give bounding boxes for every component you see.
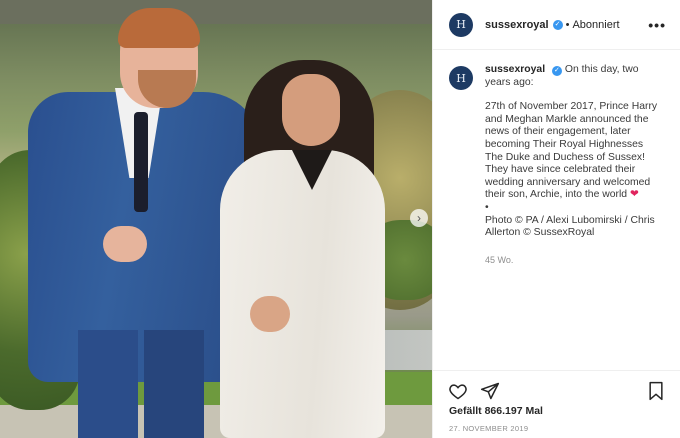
caption-bullet: • — [485, 201, 489, 213]
verified-icon: ✓ — [552, 19, 563, 30]
heart-icon[interactable] — [447, 380, 469, 402]
heart-emoji: ❤ — [629, 189, 639, 201]
woman-face — [282, 74, 340, 146]
caption-comment: H sussexroyal ✓ On this day, two years a… — [433, 50, 680, 266]
avatar[interactable]: H — [449, 66, 473, 90]
caption-line: wedding anniversary and welcomed — [485, 176, 651, 188]
caption-credit: Allerton © SussexRoyal — [485, 227, 595, 239]
post-date: 27. NOVEMBER 2019 — [449, 424, 529, 433]
caption-line-last: their son, Archie, into the world ❤ — [485, 189, 666, 202]
caption-line: news of their engagement, later — [485, 126, 631, 138]
man-tie — [134, 112, 148, 212]
woman-hand — [250, 296, 290, 332]
caption-age: 45 Wo. — [485, 254, 514, 265]
man-hand — [103, 226, 147, 262]
caption-line: becoming Their Royal Highnesses — [485, 138, 644, 150]
post-header: H sussexroyal ✓ • Abonniert ••• — [433, 0, 680, 50]
caption-line: and Meghan Markle announced the — [485, 113, 649, 125]
caption-line: their son, Archie, into the world — [485, 189, 628, 201]
avatar[interactable]: H — [449, 12, 473, 37]
man-trousers — [78, 330, 138, 438]
chevron-right-icon[interactable]: › — [410, 209, 428, 227]
send-icon[interactable] — [479, 380, 501, 402]
caption-paragraph: 27th of November 2017, Prince Harry and … — [485, 101, 666, 240]
garden-wall — [0, 0, 432, 24]
avatar-monogram: H — [456, 18, 466, 31]
caption-line: They have since celebrated their — [485, 164, 636, 176]
woman-coat — [220, 150, 385, 438]
post-sidebar: H sussexroyal ✓ • Abonniert ••• H sussex… — [432, 0, 680, 438]
more-icon[interactable]: ••• — [648, 17, 666, 33]
caption-username[interactable]: sussexroyal — [485, 64, 545, 75]
likes-count[interactable]: Gefällt 866.197 Mal — [449, 405, 543, 417]
man-hair — [118, 8, 200, 48]
follow-status[interactable]: Abonniert — [572, 19, 619, 31]
caption-text: sussexroyal ✓ On this day, two years ago… — [485, 64, 666, 266]
bookmark-icon[interactable] — [645, 380, 667, 402]
avatar-monogram: H — [456, 71, 466, 85]
header-username[interactable]: sussexroyal — [485, 19, 549, 31]
post-photo[interactable]: › — [0, 0, 432, 438]
caption-credit: Photo © PA / Alexi Lubomirski / Chris — [485, 214, 655, 226]
verified-icon: ✓ — [551, 66, 562, 76]
caption-line: The Duke and Duchess of Sussex! — [485, 151, 645, 163]
caption-line: 27th of November 2017, Prince Harry — [485, 101, 658, 113]
post-actions — [433, 370, 680, 410]
man-trousers — [144, 330, 204, 438]
separator-dot: • — [565, 18, 570, 31]
